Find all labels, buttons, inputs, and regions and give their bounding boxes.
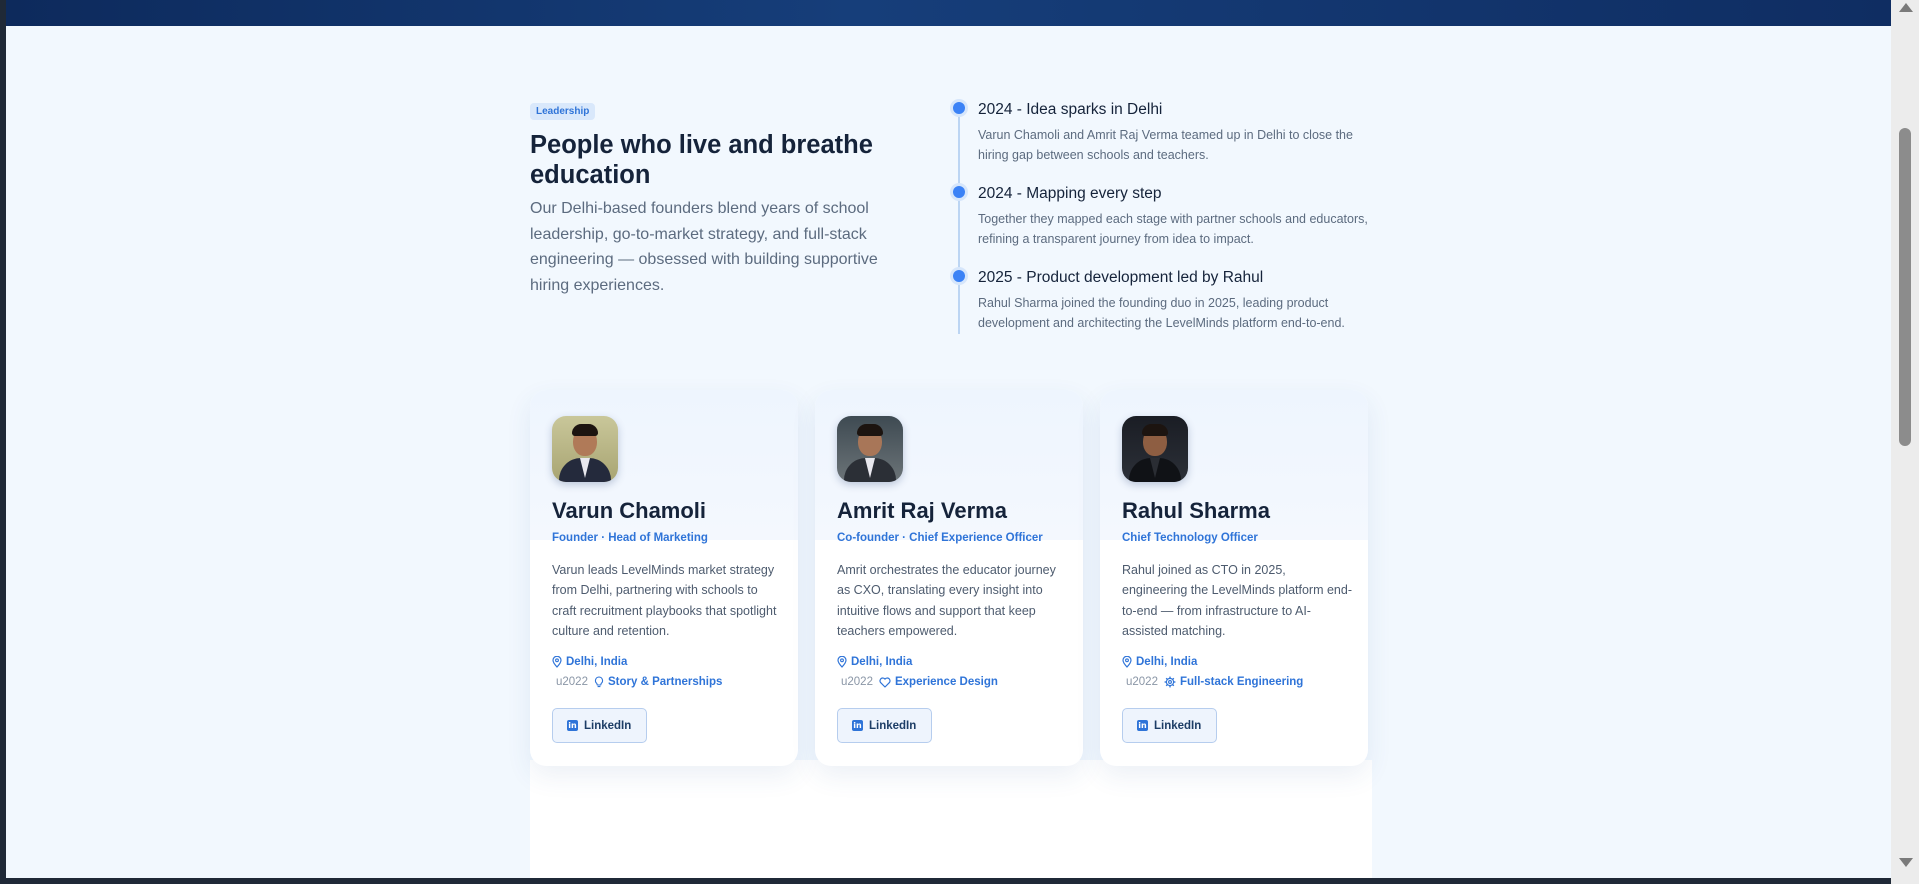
timeline-item: 2025 - Product development led by Rahul …	[953, 268, 1378, 333]
lightbulb-icon	[594, 676, 604, 688]
location-label: Delhi, India	[851, 656, 913, 668]
separator-text: u2022	[556, 676, 588, 688]
leadership-badge: Leadership	[530, 103, 596, 120]
founder-focus: u2022 Experience Design	[841, 676, 998, 688]
location-pin-icon	[552, 656, 562, 668]
founder-role: Founder · Head of Marketing	[552, 532, 708, 544]
founder-card-amrit: Amrit Raj Verma Co-founder · Chief Exper…	[815, 390, 1083, 766]
timeline-dot	[953, 102, 965, 114]
scroll-down-arrow-icon[interactable]	[1899, 858, 1913, 867]
founder-focus: u2022 Story & Partnerships	[556, 676, 722, 688]
timeline-item-title: 2024 - Mapping every step	[978, 185, 1162, 202]
location-label: Delhi, India	[566, 656, 628, 668]
timeline-item: 2024 - Idea sparks in Delhi Varun Chamol…	[953, 100, 1378, 165]
linkedin-icon: in	[567, 720, 578, 731]
founder-location: Delhi, India	[837, 656, 912, 668]
linkedin-button[interactable]: in LinkedIn	[837, 708, 933, 743]
linkedin-button[interactable]: in LinkedIn	[1122, 708, 1218, 743]
page-viewport: Leadership People who live and breathe e…	[6, 0, 1891, 878]
gear-icon	[1164, 676, 1176, 688]
scrollbar-thumb[interactable]	[1899, 128, 1911, 446]
timeline-item-text: Varun Chamoli and Amrit Raj Verma teamed…	[978, 128, 1353, 162]
avatar	[1122, 416, 1188, 482]
section-description: Our Delhi-based founders blend years of …	[530, 200, 878, 294]
location-label: Delhi, India	[1136, 656, 1198, 668]
section-title: People who live and breathe education	[530, 131, 873, 189]
linkedin-label: LinkedIn	[869, 719, 917, 732]
founder-card-varun: Varun Chamoli Founder · Head of Marketin…	[530, 390, 798, 766]
founder-name: Varun Chamoli	[552, 498, 707, 523]
founder-bio: Varun leads LevelMinds market strategy f…	[552, 563, 777, 638]
location-pin-icon	[1122, 656, 1132, 668]
timeline-item-text: Together they mapped each stage with par…	[978, 212, 1368, 246]
linkedin-button[interactable]: in LinkedIn	[552, 708, 648, 743]
timeline-dot	[953, 270, 965, 282]
founder-focus: u2022 Full-stack Engineering	[1126, 676, 1303, 688]
vertical-scrollbar[interactable]	[1891, 0, 1919, 884]
timeline-item: 2024 - Mapping every step Together they …	[953, 184, 1378, 249]
founder-role: Chief Technology Officer	[1122, 532, 1258, 544]
founder-location: Delhi, India	[552, 656, 627, 668]
avatar	[552, 416, 618, 482]
timeline-item-text: Rahul Sharma joined the founding duo in …	[978, 296, 1345, 330]
focus-label: Experience Design	[894, 676, 998, 688]
founder-bio: Amrit orchestrates the educator journey …	[837, 563, 1056, 638]
linkedin-icon: in	[852, 720, 863, 731]
window-bottom-edge	[0, 878, 1891, 884]
avatar	[837, 416, 903, 482]
timeline-item-title: 2024 - Idea sparks in Delhi	[978, 101, 1163, 118]
founder-name: Amrit Raj Verma	[837, 498, 1007, 523]
linkedin-label: LinkedIn	[1154, 719, 1202, 732]
timeline-dot	[953, 186, 965, 198]
cards-panel	[530, 760, 1372, 878]
location-pin-icon	[837, 656, 847, 668]
header-bar	[6, 0, 1891, 26]
timeline-line	[958, 108, 960, 334]
timeline-item-title: 2025 - Product development led by Rahul	[978, 269, 1264, 286]
founder-location: Delhi, India	[1122, 656, 1197, 668]
scroll-up-arrow-icon[interactable]	[1899, 3, 1913, 12]
separator-text: u2022	[841, 676, 873, 688]
founder-name: Rahul Sharma	[1122, 498, 1270, 523]
founder-bio: Rahul joined as CTO in 2025, engineering…	[1122, 563, 1352, 638]
linkedin-icon: in	[1137, 720, 1148, 731]
separator-text: u2022	[1126, 676, 1158, 688]
linkedin-label: LinkedIn	[584, 719, 632, 732]
founder-card-rahul: Rahul Sharma Chief Technology Officer Ra…	[1100, 390, 1368, 766]
focus-label: Full-stack Engineering	[1179, 676, 1304, 688]
heart-icon	[879, 676, 891, 688]
founder-role: Co-founder · Chief Experience Officer	[837, 532, 1043, 544]
focus-label: Story & Partnerships	[607, 676, 723, 688]
